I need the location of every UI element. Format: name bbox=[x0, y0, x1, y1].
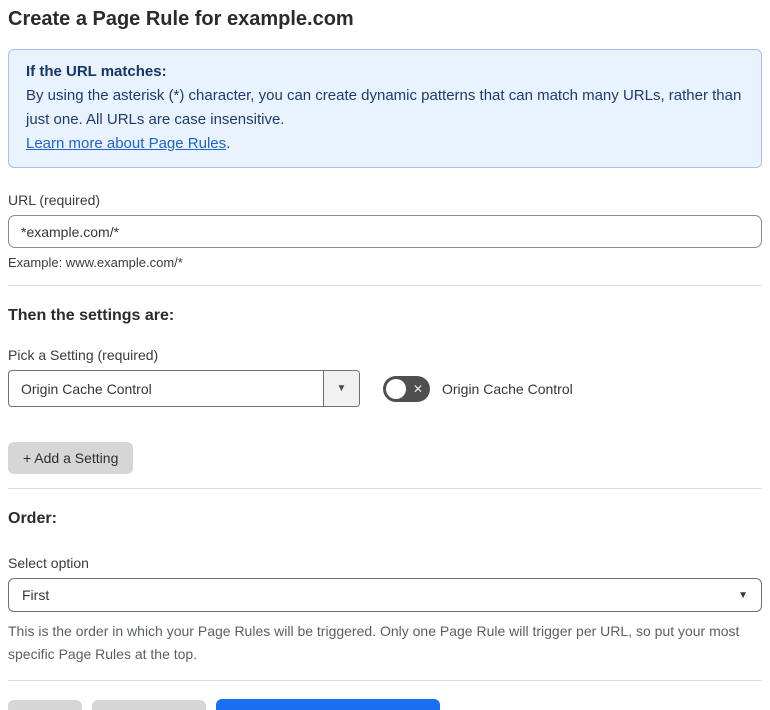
pick-setting-label: Pick a Setting (required) bbox=[8, 347, 159, 363]
page-title: Create a Page Rule for example.com bbox=[8, 8, 354, 30]
url-input[interactable] bbox=[8, 215, 762, 248]
footer-actions: Cancel Save as Draft Save and Deploy Pag… bbox=[8, 699, 762, 710]
order-select-label: Select option bbox=[8, 555, 89, 571]
order-help-text: This is the order in which your Page Rul… bbox=[8, 623, 740, 662]
order-select-value: First bbox=[22, 587, 50, 603]
cross-icon: ✕ bbox=[412, 381, 423, 396]
divider bbox=[8, 488, 762, 489]
origin-cache-control-toggle[interactable]: ✕ bbox=[383, 375, 430, 402]
setting-dropdown[interactable]: Origin Cache Control ▼ bbox=[8, 370, 360, 407]
caret-glyph: ▼ bbox=[336, 383, 347, 394]
divider bbox=[8, 285, 762, 286]
url-match-info-box: If the URL matches: By using the asteris… bbox=[8, 49, 762, 168]
url-example-hint: Example: www.example.com/* bbox=[8, 255, 183, 270]
divider bbox=[8, 680, 762, 681]
url-label: URL (required) bbox=[8, 192, 101, 208]
order-select[interactable]: First ▼ bbox=[8, 578, 762, 612]
chevron-down-icon: ▼ bbox=[738, 589, 748, 601]
chevron-down-icon[interactable]: ▼ bbox=[323, 371, 359, 406]
save-and-deploy-button[interactable]: Save and Deploy Page Rule bbox=[216, 699, 441, 710]
create-page-rule-form: Create a Page Rule for example.com If th… bbox=[0, 0, 770, 710]
info-box-body: By using the asterisk (*) character, you… bbox=[26, 87, 742, 128]
link-period: . bbox=[226, 135, 231, 152]
setting-dropdown-value: Origin Cache Control bbox=[21, 380, 152, 397]
cancel-button[interactable]: Cancel bbox=[8, 700, 82, 710]
setting-row: Origin Cache Control ▼ ✕ Origin Cache Co… bbox=[8, 370, 762, 407]
order-section-heading: Order: bbox=[8, 510, 57, 527]
save-as-draft-button[interactable]: Save as Draft bbox=[91, 700, 207, 710]
add-setting-button[interactable]: + Add a Setting bbox=[8, 442, 134, 474]
info-box-link-line: Learn more about Page Rules. bbox=[26, 132, 744, 156]
learn-more-link[interactable]: Learn more about Page Rules bbox=[26, 135, 226, 152]
origin-cache-control-toggle-label: Origin Cache Control bbox=[442, 380, 573, 397]
settings-section-heading: Then the settings are: bbox=[8, 307, 175, 324]
toggle-knob bbox=[386, 378, 406, 399]
info-box-heading: If the URL matches: bbox=[26, 63, 167, 80]
